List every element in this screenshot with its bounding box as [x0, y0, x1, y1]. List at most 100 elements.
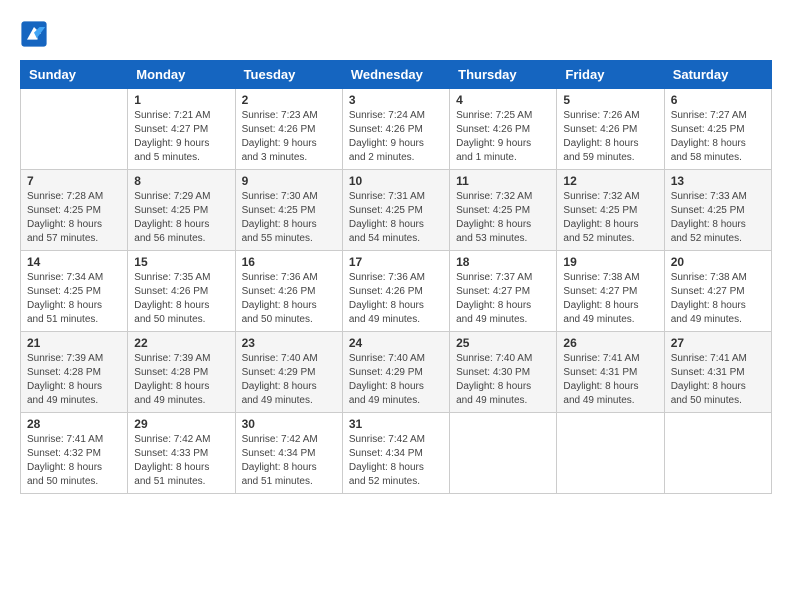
day-info: Sunrise: 7:31 AMSunset: 4:25 PMDaylight:… [349, 190, 443, 246]
day-info: Sunrise: 7:36 AMSunset: 4:26 PMDaylight:… [242, 271, 336, 327]
day-info: Sunrise: 7:40 AMSunset: 4:29 PMDaylight:… [349, 352, 443, 408]
weekday-header-wednesday: Wednesday [342, 61, 449, 89]
calendar-cell: 29 Sunrise: 7:42 AMSunset: 4:33 PMDayligh… [128, 413, 235, 494]
calendar-cell: 5 Sunrise: 7:26 AMSunset: 4:26 PMDaylight… [557, 89, 664, 170]
day-info: Sunrise: 7:32 AMSunset: 4:25 PMDaylight:… [456, 190, 550, 246]
day-info: Sunrise: 7:37 AMSunset: 4:27 PMDaylight:… [456, 271, 550, 327]
calendar-cell: 20 Sunrise: 7:38 AMSunset: 4:27 PMDayligh… [664, 251, 771, 332]
day-number: 7 [27, 174, 121, 188]
day-number: 23 [242, 336, 336, 350]
calendar-cell: 2 Sunrise: 7:23 AMSunset: 4:26 PMDaylight… [235, 89, 342, 170]
day-number: 19 [563, 255, 657, 269]
day-info: Sunrise: 7:33 AMSunset: 4:25 PMDaylight:… [671, 190, 765, 246]
calendar-cell: 12 Sunrise: 7:32 AMSunset: 4:25 PMDayligh… [557, 170, 664, 251]
day-info: Sunrise: 7:30 AMSunset: 4:25 PMDaylight:… [242, 190, 336, 246]
weekday-header-saturday: Saturday [664, 61, 771, 89]
day-number: 28 [27, 417, 121, 431]
day-number: 12 [563, 174, 657, 188]
calendar-cell [557, 413, 664, 494]
weekday-header-sunday: Sunday [21, 61, 128, 89]
logo [20, 20, 52, 48]
calendar-cell: 23 Sunrise: 7:40 AMSunset: 4:29 PMDayligh… [235, 332, 342, 413]
day-number: 10 [349, 174, 443, 188]
weekday-header-thursday: Thursday [450, 61, 557, 89]
weekday-header-friday: Friday [557, 61, 664, 89]
day-number: 30 [242, 417, 336, 431]
calendar-cell: 6 Sunrise: 7:27 AMSunset: 4:25 PMDaylight… [664, 89, 771, 170]
day-number: 17 [349, 255, 443, 269]
day-info: Sunrise: 7:39 AMSunset: 4:28 PMDaylight:… [27, 352, 121, 408]
day-info: Sunrise: 7:41 AMSunset: 4:32 PMDaylight:… [27, 433, 121, 489]
calendar-cell: 30 Sunrise: 7:42 AMSunset: 4:34 PMDayligh… [235, 413, 342, 494]
day-number: 20 [671, 255, 765, 269]
calendar-week-2: 7 Sunrise: 7:28 AMSunset: 4:25 PMDaylight… [21, 170, 772, 251]
day-info: Sunrise: 7:40 AMSunset: 4:29 PMDaylight:… [242, 352, 336, 408]
calendar-week-3: 14 Sunrise: 7:34 AMSunset: 4:25 PMDayligh… [21, 251, 772, 332]
weekday-header-tuesday: Tuesday [235, 61, 342, 89]
day-info: Sunrise: 7:29 AMSunset: 4:25 PMDaylight:… [134, 190, 228, 246]
day-number: 25 [456, 336, 550, 350]
day-number: 16 [242, 255, 336, 269]
day-number: 13 [671, 174, 765, 188]
day-info: Sunrise: 7:27 AMSunset: 4:25 PMDaylight:… [671, 109, 765, 165]
day-info: Sunrise: 7:36 AMSunset: 4:26 PMDaylight:… [349, 271, 443, 327]
day-number: 15 [134, 255, 228, 269]
calendar-cell: 15Sunrise: 7:35 AMSunset: 4:26 PMDayligh… [128, 251, 235, 332]
page-header [20, 20, 772, 48]
day-info: Sunrise: 7:42 AMSunset: 4:33 PMDaylight:… [134, 433, 228, 489]
day-info: Sunrise: 7:40 AMSunset: 4:30 PMDaylight:… [456, 352, 550, 408]
calendar-cell: 4 Sunrise: 7:25 AMSunset: 4:26 PMDaylight… [450, 89, 557, 170]
day-info: Sunrise: 7:25 AMSunset: 4:26 PMDaylight:… [456, 109, 550, 165]
day-number: 9 [242, 174, 336, 188]
day-info: Sunrise: 7:38 AMSunset: 4:27 PMDaylight:… [563, 271, 657, 327]
calendar-cell: 3 Sunrise: 7:24 AMSunset: 4:26 PMDaylight… [342, 89, 449, 170]
weekday-header-monday: Monday [128, 61, 235, 89]
day-info: Sunrise: 7:38 AMSunset: 4:27 PMDaylight:… [671, 271, 765, 327]
calendar-cell: 1 Sunrise: 7:21 AMSunset: 4:27 PMDaylight… [128, 89, 235, 170]
day-number: 27 [671, 336, 765, 350]
calendar-cell: 24Sunrise: 7:40 AMSunset: 4:29 PMDayligh… [342, 332, 449, 413]
calendar-cell: 31Sunrise: 7:42 AMSunset: 4:34 PMDayligh… [342, 413, 449, 494]
day-number: 31 [349, 417, 443, 431]
day-info: Sunrise: 7:41 AMSunset: 4:31 PMDaylight:… [563, 352, 657, 408]
day-number: 26 [563, 336, 657, 350]
calendar-cell: 25 Sunrise: 7:40 AMSunset: 4:30 PMDayligh… [450, 332, 557, 413]
day-number: 14 [27, 255, 121, 269]
calendar-cell: 16 Sunrise: 7:36 AMSunset: 4:26 PMDayligh… [235, 251, 342, 332]
day-number: 21 [27, 336, 121, 350]
day-number: 4 [456, 93, 550, 107]
calendar-cell: 28 Sunrise: 7:41 AMSunset: 4:32 PMDayligh… [21, 413, 128, 494]
day-info: Sunrise: 7:24 AMSunset: 4:26 PMDaylight:… [349, 109, 443, 165]
day-info: Sunrise: 7:21 AMSunset: 4:27 PMDaylight:… [134, 109, 228, 165]
day-number: 1 [134, 93, 228, 107]
calendar-cell [450, 413, 557, 494]
calendar-cell: 13 Sunrise: 7:33 AMSunset: 4:25 PMDayligh… [664, 170, 771, 251]
calendar-cell: 26 Sunrise: 7:41 AMSunset: 4:31 PMDayligh… [557, 332, 664, 413]
calendar-cell: 14 Sunrise: 7:34 AMSunset: 4:25 PMDayligh… [21, 251, 128, 332]
day-info: Sunrise: 7:39 AMSunset: 4:28 PMDaylight:… [134, 352, 228, 408]
calendar-table: SundayMondayTuesdayWednesdayThursdayFrid… [20, 60, 772, 494]
day-number: 29 [134, 417, 228, 431]
day-info: Sunrise: 7:28 AMSunset: 4:25 PMDaylight:… [27, 190, 121, 246]
logo-icon [20, 20, 48, 48]
calendar-cell: 8 Sunrise: 7:29 AMSunset: 4:25 PMDaylight… [128, 170, 235, 251]
day-number: 8 [134, 174, 228, 188]
calendar-cell: 9 Sunrise: 7:30 AMSunset: 4:25 PMDaylight… [235, 170, 342, 251]
day-number: 2 [242, 93, 336, 107]
day-info: Sunrise: 7:26 AMSunset: 4:26 PMDaylight:… [563, 109, 657, 165]
day-number: 5 [563, 93, 657, 107]
day-info: Sunrise: 7:32 AMSunset: 4:25 PMDaylight:… [563, 190, 657, 246]
calendar-cell [21, 89, 128, 170]
day-info: Sunrise: 7:41 AMSunset: 4:31 PMDaylight:… [671, 352, 765, 408]
day-info: Sunrise: 7:34 AMSunset: 4:25 PMDaylight:… [27, 271, 121, 327]
day-number: 6 [671, 93, 765, 107]
day-info: Sunrise: 7:23 AMSunset: 4:26 PMDaylight:… [242, 109, 336, 165]
calendar-cell: 11Sunrise: 7:32 AMSunset: 4:25 PMDayligh… [450, 170, 557, 251]
calendar-cell: 18Sunrise: 7:37 AMSunset: 4:27 PMDayligh… [450, 251, 557, 332]
calendar-cell: 7 Sunrise: 7:28 AMSunset: 4:25 PMDaylight… [21, 170, 128, 251]
day-info: Sunrise: 7:42 AMSunset: 4:34 PMDaylight:… [242, 433, 336, 489]
calendar-week-4: 21 Sunrise: 7:39 AMSunset: 4:28 PMDayligh… [21, 332, 772, 413]
day-number: 3 [349, 93, 443, 107]
calendar-cell: 10 Sunrise: 7:31 AMSunset: 4:25 PMDayligh… [342, 170, 449, 251]
calendar-cell: 21 Sunrise: 7:39 AMSunset: 4:28 PMDayligh… [21, 332, 128, 413]
